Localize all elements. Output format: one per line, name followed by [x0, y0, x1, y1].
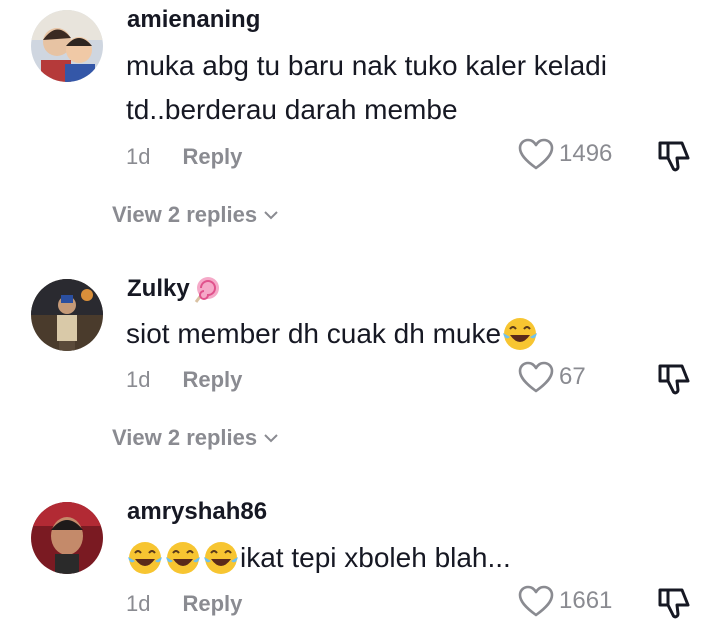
- face-with-tears-of-joy-emoji: [503, 318, 538, 350]
- reply-button[interactable]: Reply: [182, 367, 242, 393]
- username[interactable]: amryshah86: [127, 498, 267, 526]
- username[interactable]: Zulky: [127, 274, 222, 304]
- lollipop-emoji: [194, 277, 219, 303]
- comment-meta: 1d Reply: [126, 367, 242, 393]
- heart-icon: [518, 585, 554, 617]
- comment-meta: 1d Reply: [126, 144, 242, 170]
- timestamp: 1d: [126, 591, 151, 616]
- like-button[interactable]: 1661: [517, 584, 612, 618]
- reply-button[interactable]: Reply: [182, 144, 242, 170]
- heart-icon: [518, 138, 554, 170]
- like-count: 67: [559, 363, 586, 390]
- avatar[interactable]: [31, 279, 103, 351]
- dislike-icon[interactable]: [656, 138, 692, 174]
- like-count: 1496: [559, 140, 613, 167]
- chevron-down-icon: [264, 434, 278, 443]
- comment-text: siot member dh cuak dh muke: [126, 312, 686, 356]
- comment-text-line2: td..berderau darah membe: [126, 94, 458, 125]
- view-replies-button[interactable]: View 2 replies: [112, 425, 279, 451]
- face-with-tears-of-joy-emoji: [128, 542, 162, 574]
- view-replies-button[interactable]: View 2 replies: [112, 202, 279, 228]
- like-count: 1661: [559, 587, 613, 614]
- username[interactable]: amienaning: [127, 6, 260, 34]
- timestamp: 1d: [126, 144, 151, 169]
- face-with-tears-of-joy-emoji: [204, 542, 238, 574]
- chevron-down-icon: [264, 211, 278, 220]
- comment-text: muka abg tu baru nak tuko kaler keladi: [126, 50, 607, 81]
- face-with-tears-of-joy-emoji: [166, 542, 200, 574]
- heart-icon: [518, 361, 554, 393]
- avatar[interactable]: [31, 10, 103, 82]
- avatar[interactable]: [31, 502, 103, 574]
- timestamp: 1d: [126, 367, 151, 392]
- comment-meta: 1d Reply: [126, 591, 242, 617]
- dislike-icon[interactable]: [656, 361, 692, 397]
- like-button[interactable]: 67: [517, 360, 586, 394]
- dislike-icon[interactable]: [656, 585, 692, 621]
- comment-text: ikat tepi xboleh blah...: [126, 536, 686, 580]
- like-button[interactable]: 1496: [517, 137, 612, 171]
- reply-button[interactable]: Reply: [182, 591, 242, 617]
